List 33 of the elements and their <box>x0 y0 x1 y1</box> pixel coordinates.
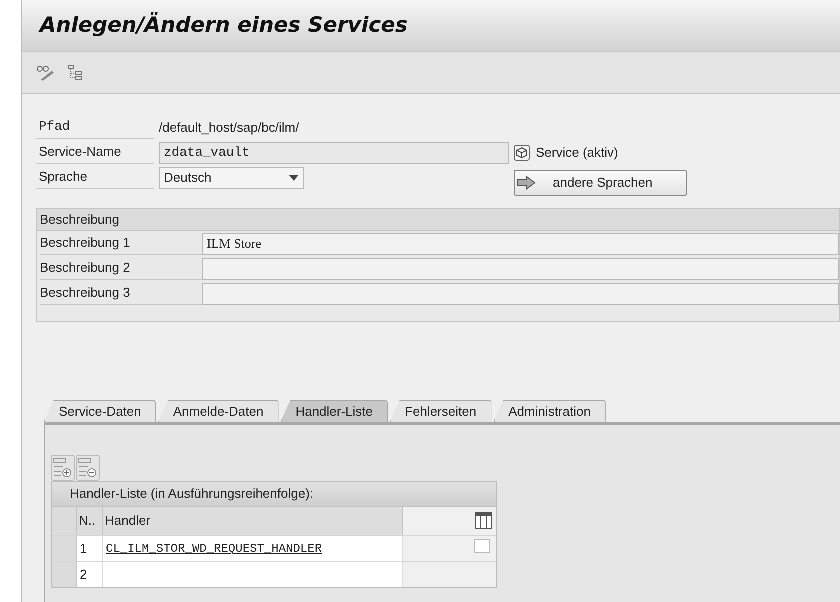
delete-row-icon[interactable] <box>76 455 100 481</box>
field-label: Service-Name <box>36 142 154 164</box>
tab[interactable]: Administration <box>494 400 606 422</box>
table-cell: 1 <box>77 536 103 561</box>
field-label: Pfad <box>36 116 154 138</box>
path-text: /default_host/sap/bc/ilm/ <box>159 118 300 137</box>
hierarchy-icon[interactable] <box>68 64 84 80</box>
tab[interactable]: Fehlerseiten <box>390 400 492 422</box>
description-field[interactable]: ILM Store <box>202 232 839 254</box>
tab[interactable]: Service-Daten <box>44 400 156 422</box>
language-dropdown[interactable]: Deutsch <box>159 166 304 188</box>
dropdown-arrow-icon <box>289 174 299 180</box>
service-name-field[interactable]: zdata_vault <box>159 142 509 164</box>
handler-link[interactable]: CL_ILM_STOR_WD_REQUEST_HANDLER <box>106 540 322 558</box>
column-settings-icon[interactable] <box>475 512 493 530</box>
cube-icon <box>514 144 530 160</box>
column-header: N.. <box>77 507 103 535</box>
insert-row-icon[interactable] <box>51 455 75 481</box>
field-label: Sprache <box>36 166 154 188</box>
description-field[interactable] <box>202 258 839 280</box>
group-title: Beschreibung <box>37 209 839 231</box>
status-text: Service (aktiv) <box>536 144 618 162</box>
table-title: Handler-Liste (in Ausführungsreihenfolge): <box>52 482 496 507</box>
scrollbar[interactable] <box>474 539 490 553</box>
glasses-pencil-icon[interactable] <box>36 64 56 80</box>
arrow-right-icon <box>517 176 537 190</box>
window-title: Anlegen/Ändern eines Services <box>40 12 408 39</box>
description-field[interactable] <box>202 282 839 304</box>
tab[interactable]: Handler-Liste <box>280 400 388 422</box>
tab[interactable]: Anmelde-Daten <box>158 400 279 422</box>
other-languages-button[interactable]: andere Sprachen <box>514 170 687 196</box>
table-cell: 2 <box>77 562 103 587</box>
column-header: Handler <box>103 507 403 535</box>
